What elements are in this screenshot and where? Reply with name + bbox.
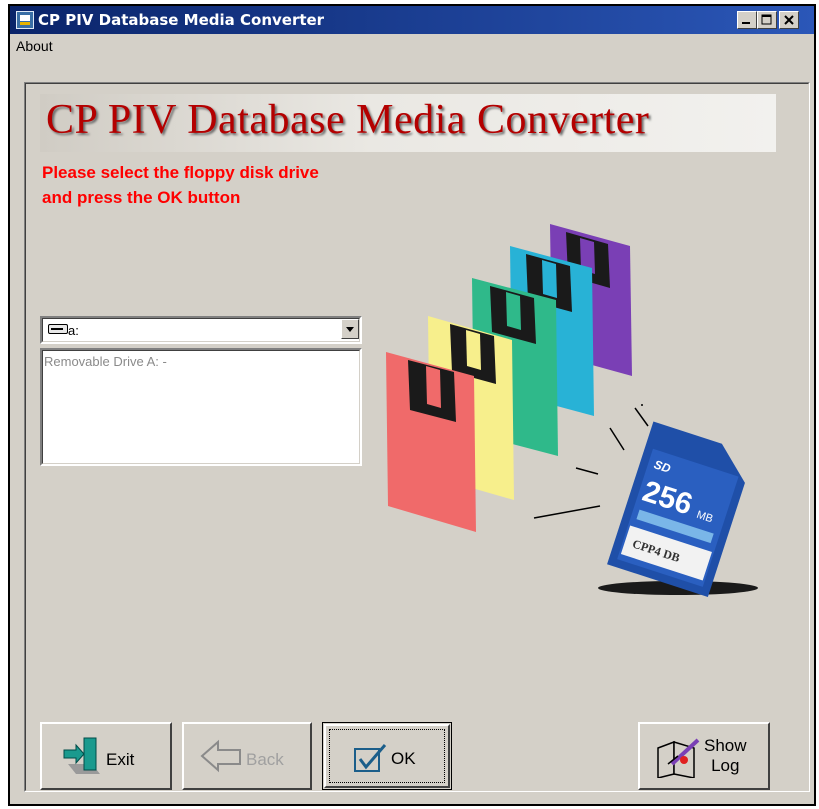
- sd-card-icon: SD 256 MB CPP4 DB: [607, 421, 745, 597]
- instruction-text: Please select the floppy disk drive and …: [42, 160, 422, 210]
- back-label: Back: [246, 750, 284, 769]
- exit-button[interactable]: Exit: [40, 722, 172, 790]
- close-icon: [784, 15, 794, 25]
- ok-label: OK: [391, 749, 416, 768]
- maximize-icon: [761, 14, 772, 25]
- check-box-icon: [354, 744, 387, 772]
- menu-bar: About: [10, 34, 814, 56]
- exit-door-icon: [63, 737, 100, 774]
- menu-item-about[interactable]: About: [16, 38, 53, 54]
- exit-label: Exit: [106, 750, 135, 769]
- show-log-button[interactable]: Show Log: [638, 722, 770, 790]
- app-icon: [16, 11, 34, 29]
- close-button[interactable]: [779, 11, 799, 29]
- instruction-line-2: and press the OK button: [42, 188, 241, 207]
- window-title: CP PIV Database Media Converter: [38, 11, 325, 29]
- app-window: CP PIV Database Media Converter About CP…: [8, 4, 816, 806]
- dropdown-arrow-button[interactable]: [341, 319, 359, 339]
- banner-title: CP PIV Database Media Converter: [46, 97, 650, 143]
- drive-dropdown[interactable]: a:: [40, 316, 362, 344]
- drive-dropdown-value: a:: [68, 323, 79, 338]
- banner: CP PIV Database Media Converter: [40, 94, 776, 152]
- instruction-line-1: Please select the floppy disk drive: [42, 163, 319, 182]
- maximize-button[interactable]: [757, 11, 777, 29]
- list-item[interactable]: Removable Drive A: -: [44, 354, 167, 369]
- back-button[interactable]: Back: [182, 722, 312, 790]
- drive-list[interactable]: Removable Drive A: -: [40, 348, 362, 466]
- ok-button[interactable]: OK: [322, 722, 452, 790]
- minimize-icon: [742, 22, 750, 24]
- floppy-to-sd-illustration: SD 256 MB CPP4 DB: [386, 224, 758, 597]
- log-book-icon: [657, 738, 700, 778]
- show-log-label: Show Log: [704, 736, 747, 775]
- title-bar[interactable]: CP PIV Database Media Converter: [10, 6, 814, 34]
- back-arrow-icon: [200, 739, 241, 773]
- minimize-button[interactable]: [737, 11, 757, 29]
- floppy-disk-red: [386, 352, 476, 532]
- drive-icon: [48, 324, 68, 334]
